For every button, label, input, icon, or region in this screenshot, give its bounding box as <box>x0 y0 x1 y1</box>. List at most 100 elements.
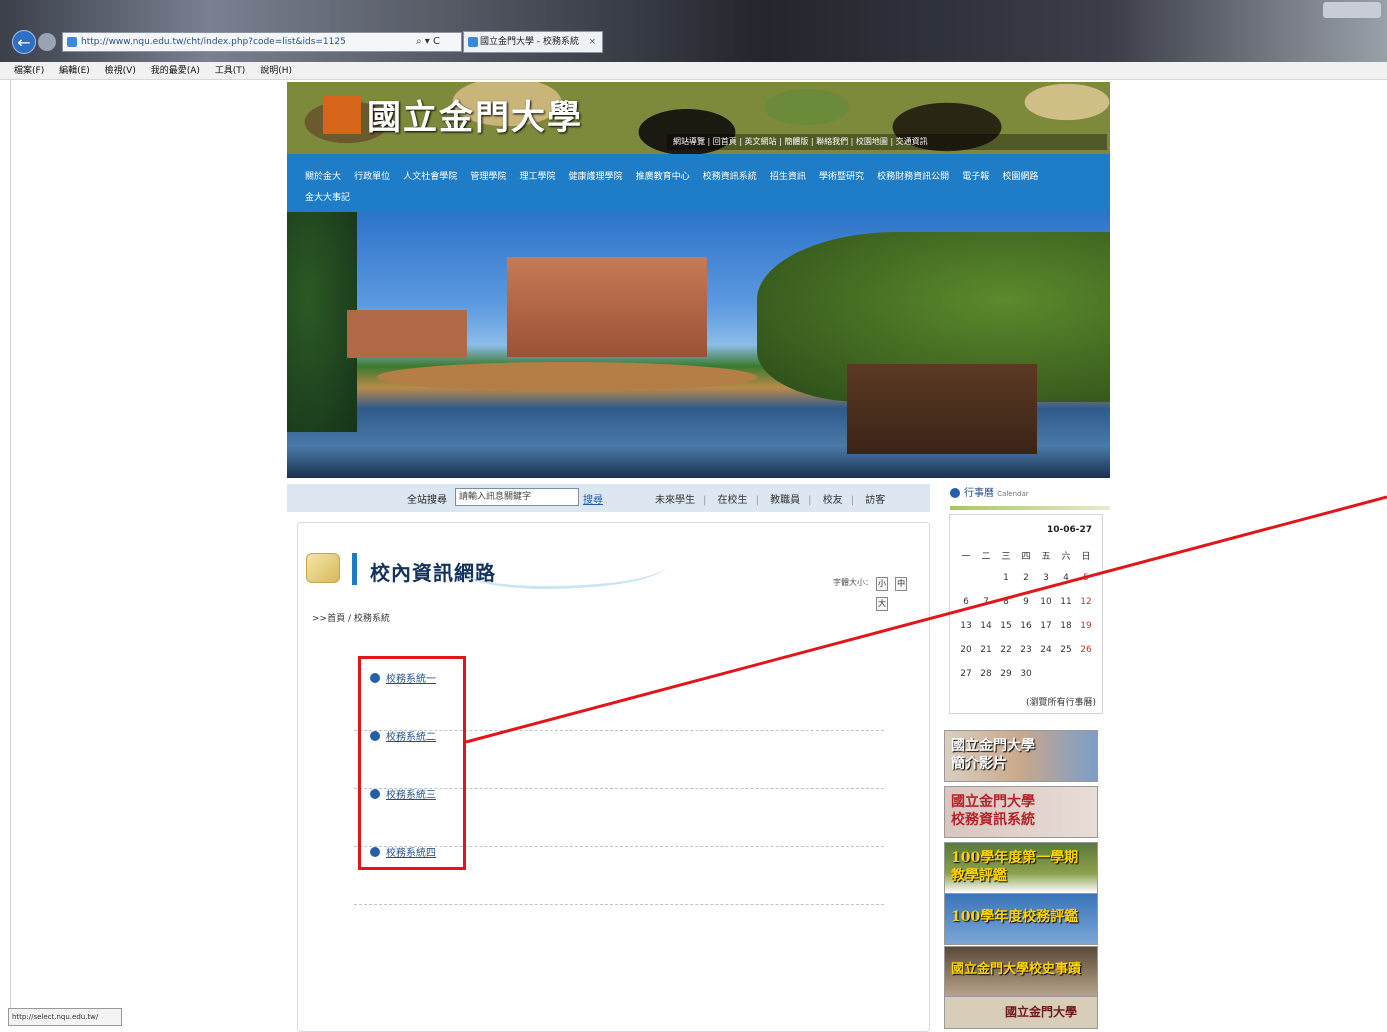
nav-item[interactable]: 人文社會學院 <box>403 169 457 185</box>
side-banner-university[interactable]: 國立金門大學 <box>944 996 1098 1029</box>
calendar-divider <box>950 506 1110 510</box>
week-row: 6 7 8 9 10 11 12 <box>956 597 1098 621</box>
nav-item[interactable]: 金大大事記 <box>305 190 350 206</box>
nav-item[interactable]: 管理學院 <box>470 169 506 185</box>
highlight-box <box>358 656 466 870</box>
nav-item[interactable]: 招生資訊 <box>770 169 806 185</box>
day[interactable]: 17 <box>1036 621 1056 645</box>
nav-item[interactable]: 校園網路 <box>1002 169 1038 185</box>
quick-link[interactable]: 校友 <box>823 495 843 506</box>
breadcrumb[interactable]: >>首頁 / 校務系統 <box>312 611 390 624</box>
side-banner-teaching-evaluation[interactable]: 100學年度第一學期 教學評鑑 <box>944 842 1098 894</box>
day[interactable]: 18 <box>1056 621 1076 645</box>
day[interactable]: 16 <box>1016 621 1036 645</box>
day[interactable]: 3 <box>1036 573 1056 597</box>
search-input[interactable]: 請輸入訊息關鍵字 <box>455 488 579 506</box>
tab-icon <box>468 37 478 47</box>
calendar-title-en: Calendar <box>997 490 1029 498</box>
day[interactable]: 20 <box>956 645 976 669</box>
nav-item[interactable]: 校務資訊系統 <box>703 169 757 185</box>
day[interactable]: 6 <box>956 597 976 621</box>
day[interactable]: 22 <box>996 645 1016 669</box>
day[interactable]: 1 <box>996 573 1016 597</box>
nav-item[interactable]: 理工學院 <box>519 169 555 185</box>
tab-close-icon[interactable]: × <box>588 32 596 52</box>
day[interactable] <box>1056 669 1076 693</box>
day[interactable]: 14 <box>976 621 996 645</box>
search-button[interactable]: 搜尋 <box>583 491 603 506</box>
quick-link[interactable]: 未來學生 <box>655 495 695 506</box>
side-banner-label: 國立金門大學 <box>1005 1005 1078 1019</box>
day[interactable]: 10 <box>1036 597 1056 621</box>
menu-file[interactable]: 檔案(F) <box>14 66 44 76</box>
university-logo-icon[interactable] <box>323 96 361 134</box>
calendar-more-link[interactable]: (瀏覽所有行事曆) <box>1026 695 1096 708</box>
day[interactable]: 2 <box>1016 573 1036 597</box>
day[interactable]: 7 <box>976 597 996 621</box>
quick-link[interactable]: 在校生 <box>718 495 748 506</box>
side-banner-intro-video[interactable]: 國立金門大學 簡介影片 <box>944 730 1098 782</box>
day[interactable]: 30 <box>1016 669 1036 693</box>
quick-link[interactable]: 訪客 <box>865 495 885 506</box>
calendar-header: 行事曆 Calendar <box>950 484 1110 506</box>
day[interactable]: 21 <box>976 645 996 669</box>
side-banner-label: 國立金門大學 簡介影片 <box>951 738 1035 772</box>
forward-button[interactable] <box>38 33 56 51</box>
font-size-medium-button[interactable]: 中 <box>895 577 908 591</box>
nav-item[interactable]: 學術暨研究 <box>819 169 864 185</box>
menu-view[interactable]: 檢視(V) <box>105 66 136 76</box>
folder-icon <box>306 553 340 583</box>
day[interactable]: 19 <box>1076 621 1096 645</box>
title-accent-bar <box>352 553 357 585</box>
day[interactable]: 26 <box>1076 645 1096 669</box>
day[interactable]: 24 <box>1036 645 1056 669</box>
nav-item[interactable]: 電子報 <box>962 169 989 185</box>
day[interactable]: 12 <box>1076 597 1096 621</box>
nav-item[interactable]: 推廣教育中心 <box>636 169 690 185</box>
day[interactable]: 5 <box>1076 573 1096 597</box>
nav-item[interactable]: 健康護理學院 <box>569 169 623 185</box>
side-banner-info-system[interactable]: 國立金門大學 校務資訊系統 <box>944 786 1098 838</box>
day[interactable] <box>1036 669 1056 693</box>
banner-links[interactable]: 網站導覽 | 回首頁 | 英文網站 | 簡體版 | 聯絡我們 | 校園地圖 | … <box>667 134 1107 150</box>
menu-help[interactable]: 說明(H) <box>260 66 292 76</box>
day[interactable]: 4 <box>1056 573 1076 597</box>
side-banner-school-evaluation[interactable]: 100學年度校務評鑑 <box>944 893 1098 945</box>
day[interactable]: 29 <box>996 669 1016 693</box>
address-tools[interactable]: ⌕ ▾ C <box>416 32 440 52</box>
university-name[interactable]: 國立金門大學 <box>367 90 583 139</box>
menu-edit[interactable]: 編輯(E) <box>59 66 90 76</box>
back-button[interactable]: ← <box>12 30 36 54</box>
day[interactable]: 28 <box>976 669 996 693</box>
day[interactable] <box>956 573 976 597</box>
nav-item[interactable]: 關於金大 <box>305 169 341 185</box>
browser-tab[interactable]: 國立金門大學 - 校務系統 × <box>463 31 603 53</box>
nav-item[interactable]: 行政單位 <box>354 169 390 185</box>
side-banner-history[interactable]: 國立金門大學校史事蹟 <box>944 946 1098 998</box>
day[interactable]: 23 <box>1016 645 1036 669</box>
day[interactable] <box>976 573 996 597</box>
address-bar[interactable]: http://www.nqu.edu.tw/cht/index.php?code… <box>62 32 462 52</box>
nav-item[interactable]: 校務財務資訊公開 <box>877 169 949 185</box>
day[interactable]: 11 <box>1056 597 1076 621</box>
font-size-buttons: 小 中 大 <box>876 571 926 611</box>
side-banner-label: 國立金門大學校史事蹟 <box>951 962 1082 977</box>
menu-favorites[interactable]: 我的最愛(A) <box>151 66 200 76</box>
day[interactable] <box>1076 669 1096 693</box>
menu-tools[interactable]: 工具(T) <box>215 66 246 76</box>
day[interactable]: 9 <box>1016 597 1036 621</box>
week-row: 13 14 15 16 17 18 19 <box>956 621 1098 645</box>
weekday: 四 <box>1021 552 1031 562</box>
font-size-small-button[interactable]: 小 <box>876 577 888 591</box>
day[interactable]: 15 <box>996 621 1016 645</box>
day[interactable]: 27 <box>956 669 976 693</box>
day[interactable]: 25 <box>1056 645 1076 669</box>
calendar-date: 10-06-27 <box>1046 525 1092 535</box>
day[interactable]: 8 <box>996 597 1016 621</box>
quick-link[interactable]: 教職員 <box>770 495 800 506</box>
font-size-large-button[interactable]: 大 <box>876 597 888 611</box>
day[interactable]: 13 <box>956 621 976 645</box>
week-row: 27 28 29 30 <box>956 669 1098 693</box>
campus-photo <box>287 212 1110 478</box>
window-controls[interactable] <box>1323 2 1381 18</box>
